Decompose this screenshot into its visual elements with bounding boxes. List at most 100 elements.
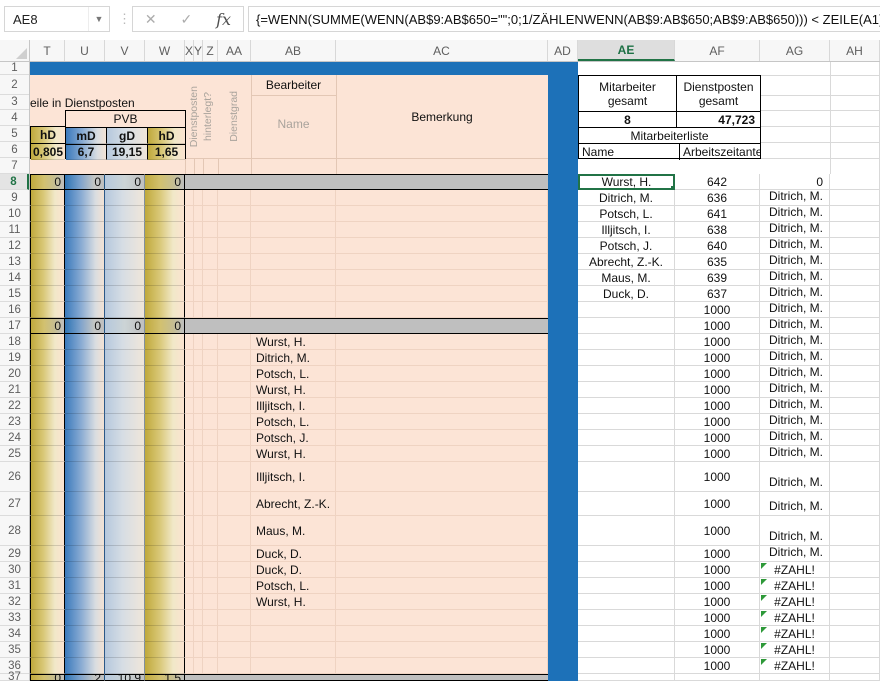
cell-U24[interactable] <box>65 430 105 446</box>
cell-AA19[interactable] <box>218 350 251 366</box>
cell-AF2-dienstposten-gesamt[interactable]: Dienstposten gesamt <box>677 76 760 111</box>
row-header-8[interactable]: 8 <box>0 174 29 190</box>
cell-T28[interactable] <box>30 516 65 546</box>
cell-Y32[interactable] <box>194 594 203 610</box>
cell-AA16[interactable] <box>218 302 251 318</box>
cell-V36[interactable] <box>105 658 145 674</box>
cell-AH22[interactable] <box>830 398 880 414</box>
cell-AC18[interactable] <box>336 334 548 350</box>
cell-AA31[interactable] <box>218 578 251 594</box>
cell-AG30[interactable]: #ZAHL! <box>760 562 830 578</box>
cell-U22[interactable] <box>65 398 105 414</box>
col-header-T[interactable]: T <box>30 40 65 61</box>
row-header-30[interactable]: 30 <box>0 562 29 578</box>
cell-AE14[interactable]: Maus, M. <box>578 270 675 286</box>
cell-T18[interactable] <box>30 334 65 350</box>
cell-T12[interactable] <box>30 238 65 254</box>
cell-X10[interactable] <box>185 206 194 222</box>
cell-AA22[interactable] <box>218 398 251 414</box>
cell-AF30[interactable]: 1000 <box>675 562 760 578</box>
cell-U25[interactable] <box>65 446 105 462</box>
row-header-14[interactable]: 14 <box>0 270 29 286</box>
cell-W35[interactable] <box>145 642 185 658</box>
cell-AA11[interactable] <box>218 222 251 238</box>
cell-U32[interactable] <box>65 594 105 610</box>
cell-AF15[interactable]: 637 <box>675 286 760 302</box>
cell-W18[interactable] <box>145 334 185 350</box>
cell-AB20[interactable]: Potsch, L. <box>251 366 336 382</box>
cell-W34[interactable] <box>145 626 185 642</box>
cell-AG36[interactable]: #ZAHL! <box>760 658 830 674</box>
cell-X25[interactable] <box>185 446 194 462</box>
cell-AC13[interactable] <box>336 254 548 270</box>
cell-Z26[interactable] <box>203 462 218 492</box>
col-header-AA[interactable]: AA <box>218 40 251 61</box>
cell-AE30[interactable] <box>578 562 675 578</box>
cell-AG9[interactable]: Ditrich, M. <box>760 190 830 206</box>
cell-AE6-name[interactable]: Name <box>579 144 680 160</box>
row-header-28[interactable]: 28 <box>0 516 29 546</box>
cell-Y21[interactable] <box>194 382 203 398</box>
row-header-26[interactable]: 26 <box>0 462 29 492</box>
cell-X14[interactable] <box>185 270 194 286</box>
cell-AB31[interactable]: Potsch, L. <box>251 578 336 594</box>
cell-Z22[interactable] <box>203 398 218 414</box>
cell-Y25[interactable] <box>194 446 203 462</box>
cell-W26[interactable] <box>145 462 185 492</box>
cell-Z12[interactable] <box>203 238 218 254</box>
cell-T11[interactable] <box>30 222 65 238</box>
cancel-icon[interactable]: ✕ <box>145 11 157 28</box>
cell-AE15[interactable]: Duck, D. <box>578 286 675 302</box>
formula-input[interactable]: {=WENN(SUMME(WENN(AB$9:AB$650="";0;1/ZÄH… <box>248 6 880 32</box>
cell-AG12[interactable]: Ditrich, M. <box>760 238 830 254</box>
cell-V33[interactable] <box>105 610 145 626</box>
cell-Y24[interactable] <box>194 430 203 446</box>
cell-Z29[interactable] <box>203 546 218 562</box>
cell-Z11[interactable] <box>203 222 218 238</box>
cell-U8[interactable]: 0 <box>65 174 105 190</box>
cell-X15[interactable] <box>185 286 194 302</box>
cell-AB28[interactable]: Maus, M. <box>251 516 336 546</box>
cell-V30[interactable] <box>105 562 145 578</box>
cell-Y22[interactable] <box>194 398 203 414</box>
cell-Y33[interactable] <box>194 610 203 626</box>
cell-AH36[interactable] <box>830 658 880 674</box>
cell-AB11[interactable] <box>251 222 336 238</box>
cell-Y23[interactable] <box>194 414 203 430</box>
cell-AA18[interactable] <box>218 334 251 350</box>
cell-AE19[interactable] <box>578 350 675 366</box>
cell-AG29[interactable]: Ditrich, M. <box>760 546 830 562</box>
cell-T10[interactable] <box>30 206 65 222</box>
cell-AD33[interactable] <box>548 610 578 626</box>
cell-U35[interactable] <box>65 642 105 658</box>
cell-AA24[interactable] <box>218 430 251 446</box>
cell-X33[interactable] <box>185 610 194 626</box>
cell-AA32[interactable] <box>218 594 251 610</box>
cell-AG26[interactable]: Ditrich, M. <box>760 462 830 492</box>
cell-AC22[interactable] <box>336 398 548 414</box>
cell-AA25[interactable] <box>218 446 251 462</box>
col-header-X[interactable]: X <box>185 40 194 61</box>
cell-AG27[interactable]: Ditrich, M. <box>760 492 830 516</box>
cell-AF13[interactable]: 635 <box>675 254 760 270</box>
cell-AG11[interactable]: Ditrich, M. <box>760 222 830 238</box>
cell-AF23[interactable]: 1000 <box>675 414 760 430</box>
cell-AH15[interactable] <box>830 286 880 302</box>
cell-U19[interactable] <box>65 350 105 366</box>
cell-X31[interactable] <box>185 578 194 594</box>
cell-AH20[interactable] <box>830 366 880 382</box>
cell-V20[interactable] <box>105 366 145 382</box>
cell-AF11[interactable]: 638 <box>675 222 760 238</box>
cell-AE13[interactable]: Abrecht, Z.-K. <box>578 254 675 270</box>
row-header-13[interactable]: 13 <box>0 254 29 270</box>
cell-AA20[interactable] <box>218 366 251 382</box>
cell-Y13[interactable] <box>194 254 203 270</box>
cell-Y19[interactable] <box>194 350 203 366</box>
cell-U37[interactable]: 2 <box>65 674 105 681</box>
cell-AE32[interactable] <box>578 594 675 610</box>
cell-U33[interactable] <box>65 610 105 626</box>
cell-AF24[interactable]: 1000 <box>675 430 760 446</box>
cell-AG17[interactable]: Ditrich, M. <box>760 318 830 334</box>
cell-AC25[interactable] <box>336 446 548 462</box>
cell-X35[interactable] <box>185 642 194 658</box>
